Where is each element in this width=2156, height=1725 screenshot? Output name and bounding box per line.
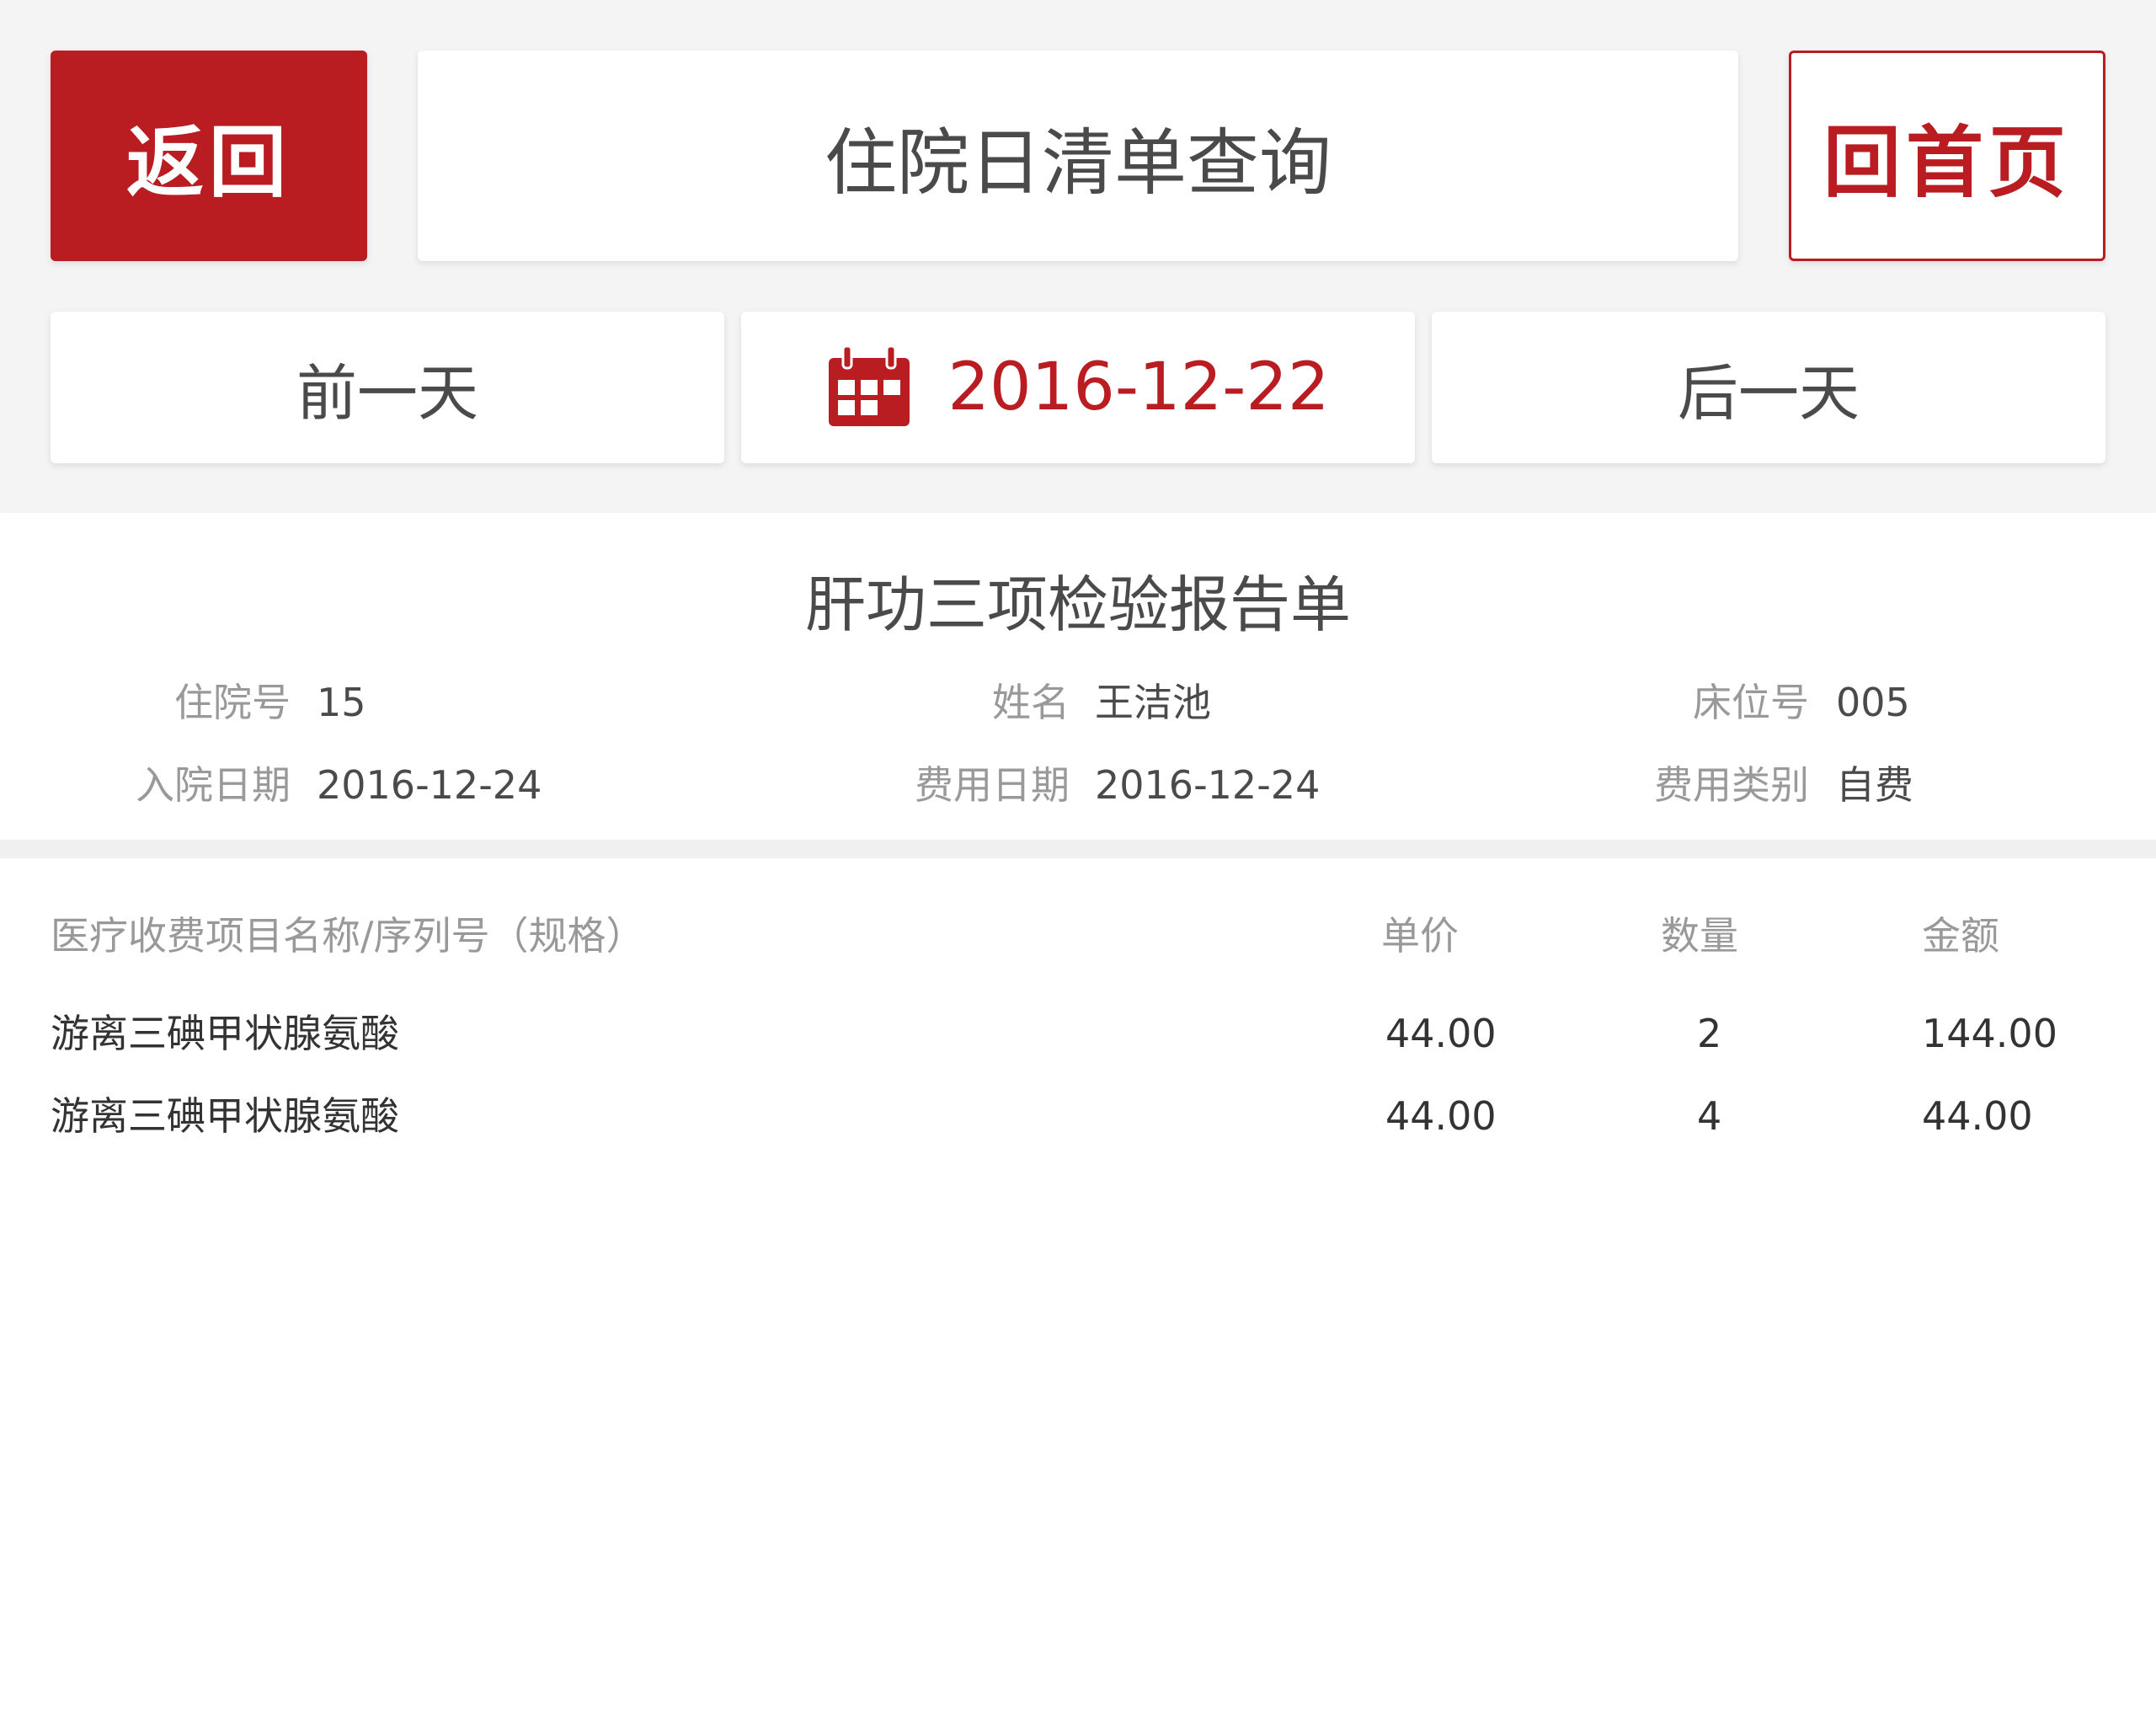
next-day-label: 后一天 — [1677, 357, 1860, 429]
name-value-wrap: 王洁池 — [1095, 677, 1211, 728]
fee-date-value: 2016-12-24 — [1095, 762, 1321, 808]
home-button-label: 回首页 — [1822, 117, 2071, 208]
admission-date-label: 入院日期 — [136, 762, 291, 808]
fee-type-label: 费用类别 — [1654, 762, 1809, 808]
row-item-amount: 144.00 — [1922, 1011, 2057, 1056]
bed-no-value-wrap: 005 — [1836, 677, 1910, 728]
bed-no-value: 005 — [1836, 680, 1910, 725]
page-title: 住院日清单查询 — [825, 120, 1331, 206]
date-picker-button[interactable]: 2016-12-22 — [741, 312, 1415, 463]
name-value: 王洁池 — [1095, 680, 1211, 725]
bed-no-label: 床位号 — [1693, 680, 1809, 725]
header-area: 返回 住院日清单查询 回首页 前一天 2016-12-22 后一天 — [0, 0, 2156, 513]
fee-date-label: 费用日期 — [915, 762, 1070, 808]
column-header-name: 医疗收费项目名称/序列号（规格） — [51, 913, 645, 959]
fee-date-value-wrap: 2016-12-24 — [1095, 760, 1320, 810]
back-button[interactable]: 返回 — [51, 51, 367, 261]
fee-type-value: 自费 — [1836, 762, 1913, 808]
home-button[interactable]: 回首页 — [1789, 51, 2105, 261]
admission-no-value: 15 — [317, 680, 366, 725]
row-item-name: 游离三碘甲状腺氨酸 — [51, 1093, 399, 1139]
fee-table: 医疗收费项目名称/序列号（规格） 单价 数量 金额 游离三碘甲状腺氨酸 44.0… — [0, 858, 2156, 1725]
row-item-amount: 44.00 — [1922, 1093, 2033, 1139]
page-title-box: 住院日清单查询 — [418, 51, 1738, 261]
back-button-label: 返回 — [125, 117, 291, 208]
previous-day-label: 前一天 — [296, 357, 478, 429]
admission-no-value-wrap: 15 — [317, 677, 366, 728]
row-item-price: 44.00 — [1385, 1011, 1497, 1056]
column-header-amount: 金额 — [1922, 913, 1999, 959]
name-label: 姓名 — [992, 680, 1070, 725]
current-date: 2016-12-22 — [947, 350, 1330, 425]
admission-date-value: 2016-12-24 — [317, 762, 542, 808]
report-info-panel: 肝功三项检验报告单 住院号 15 姓名 王洁池 床位号 005 入院日期 201… — [0, 513, 2156, 840]
previous-day-button[interactable]: 前一天 — [51, 312, 724, 463]
section-divider — [0, 840, 2156, 858]
row-item-name: 游离三碘甲状腺氨酸 — [51, 1011, 399, 1056]
row-item-qty: 4 — [1697, 1093, 1722, 1139]
fee-type-value-wrap: 自费 — [1836, 760, 1913, 810]
column-header-qty: 数量 — [1661, 913, 1738, 959]
column-header-price: 单价 — [1381, 913, 1459, 959]
row-item-price: 44.00 — [1385, 1093, 1497, 1139]
admission-date-value-wrap: 2016-12-24 — [317, 760, 542, 810]
admission-no-label: 住院号 — [174, 680, 291, 725]
row-item-qty: 2 — [1697, 1011, 1722, 1056]
report-title: 肝功三项检验报告单 — [804, 569, 1351, 640]
calendar-icon — [829, 346, 910, 426]
next-day-button[interactable]: 后一天 — [1432, 312, 2105, 463]
